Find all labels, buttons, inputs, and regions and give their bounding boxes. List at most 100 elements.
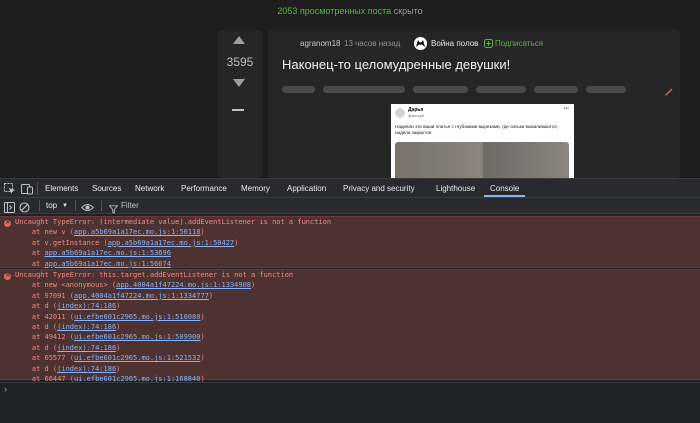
upvote-icon[interactable] <box>233 36 245 44</box>
stack-frame: at v.getInstance (app.a5b69a1a17ec.mo.js… <box>15 239 700 247</box>
source-link[interactable]: ui.efbe601c2965.mo.js:1:509900 <box>74 333 200 341</box>
context-selector[interactable]: top <box>46 201 57 210</box>
tweet-more-icon: ••• <box>563 106 569 112</box>
console-divider <box>0 382 700 383</box>
error-message: Uncaught TypeError: this.target.addEvent… <box>15 271 294 279</box>
source-link[interactable]: ui.efbe601c2965.mo.js:1:521532 <box>74 354 200 362</box>
active-tab-indicator <box>484 195 525 197</box>
stack-frame: at d ((index):74:186) <box>15 302 700 310</box>
stack-frame-prefix: at 42011 ( <box>15 312 75 321</box>
stack-frame-prefix: at 49412 ( <box>15 333 75 342</box>
stack-frame: at app.a5b69a1a17ec.mo.js:1:56674 <box>15 260 700 268</box>
community-avatar[interactable] <box>414 37 427 50</box>
vote-column <box>218 30 262 178</box>
stack-frame-suffix: ) <box>208 291 214 300</box>
stack-frame: at d ((index):74:186) <box>15 365 700 373</box>
tag-placeholder[interactable] <box>586 86 626 93</box>
stack-frame-prefix: at new v ( <box>15 228 75 237</box>
source-link[interactable]: (index):74:186 <box>57 365 116 373</box>
app-root: 2053 просмотренных поста скрыто 3595 agr… <box>0 0 700 423</box>
edit-pencil-icon[interactable] <box>664 84 674 102</box>
toolbar-separator <box>39 200 40 211</box>
stack-frame: at 65577 (ui.efbe601c2965.mo.js:1:521532… <box>15 354 700 362</box>
stack-frame-suffix: ) <box>234 238 239 247</box>
vote-score: 3595 <box>226 55 254 69</box>
stack-frame-prefix: at 97091 ( <box>15 291 75 300</box>
source-link[interactable]: app.a5b69a1a17ec.mo.js:1:56674 <box>45 260 171 268</box>
hide-post-button[interactable] <box>232 109 244 111</box>
subscribe-button[interactable]: Подписаться <box>495 39 543 48</box>
devtools-tab-bar: Elements Sources Network Performance Mem… <box>0 178 700 198</box>
tweet-photo <box>395 142 569 180</box>
stack-frame: at 42011 (ui.efbe601c2965.mo.js:1:510080… <box>15 313 700 321</box>
source-link[interactable]: app.a5b69a1a17ec.mo.js:1:50427 <box>108 239 234 247</box>
tag-placeholder[interactable] <box>534 86 578 93</box>
stack-frame-suffix: ) <box>200 228 205 237</box>
toolbar-separator <box>75 200 76 211</box>
stack-frame-prefix: at new <anonymous> ( <box>15 281 117 290</box>
stack-frame: at 49412 (ui.efbe601c2965.mo.js:1:509900… <box>15 333 700 341</box>
post-image-tweet[interactable]: Дарья @daryy6 ••• Надевли эти ваши плать… <box>391 104 574 180</box>
error-icon <box>4 218 11 227</box>
tag-placeholder[interactable] <box>323 86 405 93</box>
tab-elements[interactable]: Elements <box>45 184 78 193</box>
tag-placeholder[interactable] <box>476 86 526 93</box>
stack-frame: at 97091 (app.4004a1f47224.mo.js:1:13347… <box>15 292 700 300</box>
hidden-posts-suffix: скрыто <box>393 6 423 16</box>
community-name[interactable]: Война полов <box>431 39 478 48</box>
source-link[interactable]: (index):74:186 <box>57 323 116 331</box>
tweet-avatar <box>395 108 405 118</box>
stack-frame: at d ((index):74:186) <box>15 344 700 352</box>
stack-frame-suffix: ) <box>200 354 205 363</box>
tab-console[interactable]: Console <box>490 184 519 193</box>
subscribe-plus-icon[interactable] <box>484 39 493 50</box>
tag-placeholder[interactable] <box>413 86 468 93</box>
tab-network[interactable]: Network <box>135 184 164 193</box>
toolbar-separator <box>101 200 102 211</box>
stack-frame-prefix: at d ( <box>15 364 58 373</box>
stack-frame-prefix: at v.getInstance ( <box>15 238 108 247</box>
stack-frame-suffix: ) <box>251 281 256 290</box>
tab-lighthouse[interactable]: Lighthouse <box>436 184 475 193</box>
source-link[interactable]: app.a5b69a1a17ec.mo.js:1:53696 <box>45 249 171 257</box>
stack-frame-prefix: at 65577 ( <box>15 354 75 363</box>
stack-frame-prefix: at d ( <box>15 302 58 311</box>
source-link[interactable]: (index):74:186 <box>57 344 116 352</box>
console-toolbar <box>0 198 700 214</box>
tab-separator <box>37 182 38 195</box>
error-icon <box>4 271 11 280</box>
stack-frame-prefix: at d ( <box>15 323 58 331</box>
tab-application[interactable]: Application <box>287 184 326 193</box>
post-title[interactable]: Наконец-то целомудренные девушки! <box>282 57 510 72</box>
community-logo-icon <box>414 37 427 50</box>
stack-frame: at new <anonymous> (app.4004a1f47224.mo.… <box>15 281 700 289</box>
stack-frame-suffix: ) <box>116 364 121 373</box>
post-author[interactable]: agranom18 <box>300 39 340 48</box>
source-link[interactable]: app.a5b69a1a17ec.mo.js:1:50118 <box>74 228 200 236</box>
post-time: 13 часов назад <box>344 39 401 48</box>
downvote-icon[interactable] <box>233 79 245 87</box>
stack-frame-prefix: at <box>15 249 45 258</box>
tag-placeholder[interactable] <box>282 86 315 93</box>
hidden-posts-notice[interactable]: 2053 просмотренных поста скрыто <box>0 6 700 16</box>
source-link[interactable]: (index):74:186 <box>57 302 116 310</box>
stack-frame-suffix: ) <box>200 312 205 321</box>
source-link[interactable]: ui.efbe601c2965.mo.js:1:510080 <box>74 313 200 321</box>
source-link[interactable]: app.4004a1f47224.mo.js:1:1334908 <box>116 281 251 289</box>
tab-sources[interactable]: Sources <box>92 184 121 193</box>
hidden-posts-count[interactable]: 2053 просмотренных поста <box>277 6 391 16</box>
stack-frame: at app.a5b69a1a17ec.mo.js:1:53696 <box>15 249 700 257</box>
tab-memory[interactable]: Memory <box>241 184 270 193</box>
error-message: Uncaught TypeError: (intermediate value)… <box>15 218 332 226</box>
tweet-text: Надевли эти ваши платья с глубокими выре… <box>395 124 558 135</box>
tab-privacy-security[interactable]: Privacy and security <box>343 184 415 193</box>
console-prompt[interactable]: › <box>4 384 7 394</box>
source-link[interactable]: app.4004a1f47224.mo.js:1:1334777 <box>74 292 209 300</box>
tab-performance[interactable]: Performance <box>181 184 227 193</box>
stack-frame-prefix: at <box>15 259 45 268</box>
context-dropdown-icon[interactable]: ▼ <box>62 203 68 209</box>
stack-frame-suffix: ) <box>116 323 121 331</box>
stack-frame-suffix: ) <box>116 343 121 352</box>
stack-frame-suffix: ) <box>200 333 205 342</box>
filter-input[interactable]: Filter <box>121 201 139 210</box>
